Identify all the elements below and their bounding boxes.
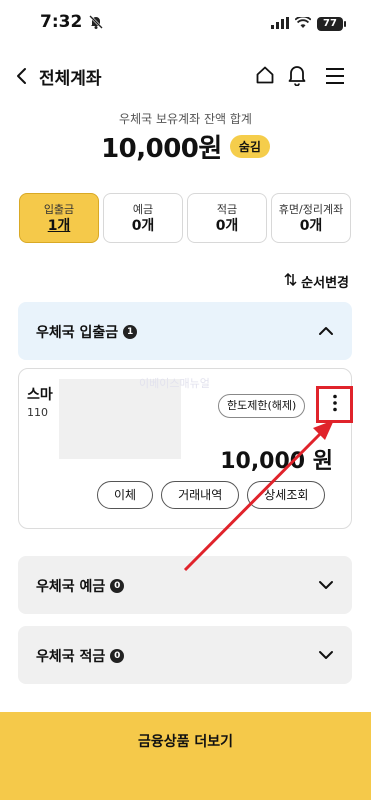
bell-icon[interactable] (287, 64, 307, 90)
reorder-button[interactable]: 순서변경 (284, 272, 349, 291)
reorder-label: 순서변경 (301, 276, 349, 291)
back-icon[interactable] (12, 66, 32, 86)
redaction-blur (59, 379, 181, 459)
section-installment[interactable]: 우체국 적금 0 (18, 626, 352, 684)
watermark: 이베이스매뉴얼 (139, 377, 210, 390)
tab-count: 0개 (215, 218, 239, 234)
account-card: 스마 110 이베이스매뉴얼 한도제한(해제) 10,000 원 이체 거래내역… (18, 368, 353, 529)
section-time-deposit[interactable]: 우체국 예금 0 (18, 556, 352, 614)
more-options-button[interactable] (316, 386, 353, 423)
section-label: 우체국 적금 (36, 649, 106, 665)
page-title: 전체계좌 (39, 69, 102, 89)
battery-icon: 77 (317, 16, 346, 31)
section-title: 우체국 입출금 1 (36, 322, 138, 342)
tab-count: 0개 (131, 218, 155, 234)
category-tabs: 입출금 1개 예금 0개 적금 0개 휴면/정리계좌 0개 (19, 193, 352, 243)
account-name: 스마 (27, 387, 53, 403)
chevron-down-icon[interactable] (318, 647, 334, 667)
menu-icon[interactable] (325, 67, 345, 89)
kebab-icon (332, 394, 338, 416)
balance-summary: 10,000원 숨김 (0, 128, 371, 165)
more-products-button[interactable]: 금융상품 더보기 (0, 712, 371, 772)
section-label: 우체국 입출금 (36, 325, 119, 341)
account-actions: 이체 거래내역 상세조회 (97, 481, 326, 509)
app-header: 전체계좌 (0, 52, 371, 100)
tab-deposit-withdrawal[interactable]: 입출금 1개 (19, 193, 99, 243)
status-bar: 7:32 77 (0, 0, 371, 46)
account-balance: 10,000 원 (220, 449, 333, 474)
details-button[interactable]: 상세조회 (247, 481, 326, 509)
tab-count: 1개 (47, 218, 71, 234)
section-title: 우체국 예금 0 (36, 576, 125, 596)
signal-icon (271, 14, 289, 33)
tab-label: 예금 (132, 203, 154, 216)
transfer-button[interactable]: 이체 (97, 481, 154, 509)
status-indicators: 77 (271, 14, 346, 33)
sort-icon (284, 272, 297, 290)
tab-label: 휴면/정리계좌 (278, 203, 344, 216)
section-label: 우체국 예금 (36, 579, 106, 595)
section-count-badge: 0 (110, 649, 125, 663)
status-time: 7:32 (40, 12, 83, 32)
chevron-down-icon[interactable] (318, 577, 334, 597)
limit-release-button[interactable]: 한도제한(해제) (218, 394, 306, 418)
home-icon[interactable] (255, 65, 275, 89)
home-indicator-area (0, 772, 371, 800)
tab-installment[interactable]: 적금 0개 (187, 193, 267, 243)
tab-count: 0개 (299, 218, 323, 234)
tab-dormant[interactable]: 휴면/정리계좌 0개 (271, 193, 351, 243)
total-balance: 10,000원 (101, 134, 222, 164)
hide-balance-button[interactable]: 숨김 (229, 135, 270, 158)
tab-time-deposit[interactable]: 예금 0개 (103, 193, 183, 243)
tab-label: 입출금 (43, 203, 75, 216)
balance-caption: 우체국 보유계좌 잔액 합계 (119, 112, 252, 126)
bell-off-icon (88, 14, 104, 34)
section-count-badge: 1 (123, 325, 138, 339)
section-count-badge: 0 (110, 579, 125, 593)
section-title: 우체국 적금 0 (36, 646, 125, 666)
account-number: 110 (27, 406, 48, 419)
history-button[interactable]: 거래내역 (161, 481, 240, 509)
section-deposit-withdrawal[interactable]: 우체국 입출금 1 (18, 302, 352, 360)
chevron-up-icon[interactable] (318, 323, 334, 343)
wifi-icon (294, 14, 312, 33)
tab-label: 적금 (216, 203, 238, 216)
